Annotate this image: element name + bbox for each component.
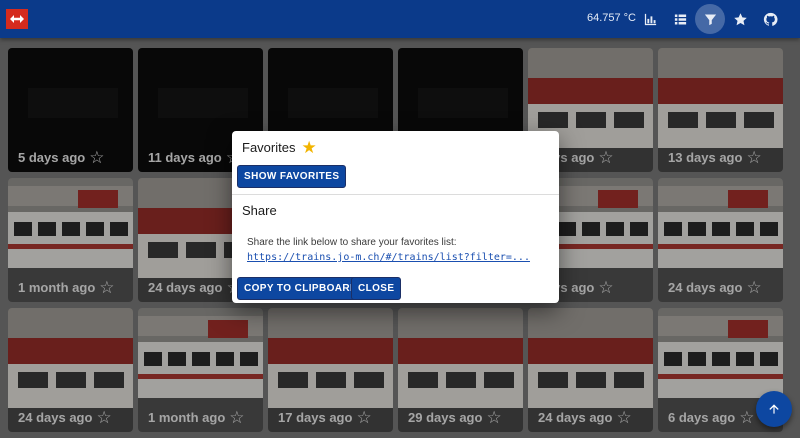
train-image-tile[interactable]: 13 days ago ☆	[658, 48, 783, 172]
favorite-toggle-star-icon[interactable]: ☆	[598, 279, 613, 296]
train-image-tile[interactable]: 1 month ago ☆	[8, 178, 133, 302]
favorite-toggle-star-icon[interactable]: ☆	[96, 409, 111, 426]
tile-age-label: 24 days ago	[538, 410, 613, 425]
favorite-toggle-star-icon[interactable]: ☆	[598, 149, 613, 166]
tile-caption: 24 days ago☆	[538, 409, 632, 426]
train-image-tile[interactable]: 5 days ago ☆	[8, 48, 133, 172]
tile-age-label: 13 days ago	[668, 150, 743, 165]
tile-age-label: 6 days ago	[668, 410, 736, 425]
tile-age-label: 24 days ago	[18, 410, 93, 425]
share-description: Share the link below to share your favor…	[247, 237, 457, 248]
filter-icon	[704, 14, 716, 25]
favorite-toggle-star-icon[interactable]: ☆	[746, 149, 761, 166]
copy-to-clipboard-button[interactable]: COPY TO CLIPBOARD	[237, 277, 365, 300]
train-image-tile[interactable]: 24 days ago☆	[658, 178, 783, 302]
favorite-toggle-star-icon[interactable]: ☆	[99, 279, 114, 296]
favorite-toggle-star-icon[interactable]: ☆	[746, 279, 761, 296]
train-image-tile[interactable]: 24 days ago☆	[8, 308, 133, 432]
tile-age-label: 24 days ago	[668, 280, 743, 295]
favorites-share-dialog: Favorites ★ SHOW FAVORITES Share Share t…	[232, 131, 559, 303]
tile-age-label: 1 month ago	[18, 280, 96, 295]
dialog-divider	[232, 194, 559, 195]
close-button[interactable]: CLOSE	[351, 277, 402, 300]
tile-caption: 1 month ago ☆	[18, 279, 115, 296]
tile-caption: 5 days ago ☆	[18, 149, 104, 166]
favorites-title-text: Favorites	[242, 140, 296, 155]
temperature-readout: 64.757 °C	[586, 12, 636, 24]
favorite-toggle-star-icon[interactable]: ☆	[356, 409, 371, 426]
tile-age-label: 17 days ago	[278, 410, 353, 425]
app-bar: 64.757 °C	[0, 0, 800, 38]
share-title: Share	[242, 203, 277, 218]
github-button[interactable]	[755, 4, 785, 34]
favorite-toggle-star-icon[interactable]: ☆	[739, 409, 754, 426]
favorite-toggle-star-icon[interactable]: ☆	[616, 409, 631, 426]
tile-caption: 24 days ago☆	[148, 279, 242, 296]
tile-caption: 6 days ago ☆	[668, 409, 754, 426]
train-image-tile[interactable]: 24 days ago☆	[528, 308, 653, 432]
tile-caption: 24 days ago☆	[668, 279, 762, 296]
stats-button[interactable]	[635, 4, 665, 34]
github-icon	[763, 12, 778, 26]
favorite-toggle-star-icon[interactable]: ☆	[229, 409, 244, 426]
scroll-to-top-button[interactable]	[756, 391, 792, 427]
favorites-title: Favorites ★	[242, 139, 317, 156]
tile-age-label: 1 month ago	[148, 410, 226, 425]
list-view-button[interactable]	[665, 4, 695, 34]
tile-age-label: 24 days ago	[148, 280, 223, 295]
star-icon	[733, 12, 747, 25]
tile-age-label: 29 days ago	[408, 410, 483, 425]
share-link[interactable]: https://trains.jo-m.ch/#/trains/list?fil…	[247, 252, 530, 263]
show-favorites-button[interactable]: SHOW FAVORITES	[237, 165, 347, 188]
train-image-tile[interactable]: 1 month ago ☆	[138, 308, 263, 432]
tile-caption: 24 days ago☆	[18, 409, 112, 426]
list-icon	[674, 14, 686, 24]
sbb-logo-icon[interactable]	[6, 9, 28, 29]
tile-caption: 11 days ago☆	[148, 149, 241, 166]
favorites-button[interactable]	[725, 4, 755, 34]
favorite-toggle-star-icon[interactable]: ☆	[486, 409, 501, 426]
tile-age-label: 11 days ago	[148, 150, 222, 165]
favorite-star-icon: ★	[301, 138, 317, 157]
train-image-tile[interactable]: 29 days ago ☆	[398, 308, 523, 432]
tile-caption: 1 month ago ☆	[148, 409, 245, 426]
tile-age-label: 5 days ago	[18, 150, 86, 165]
arrow-up-icon	[769, 404, 779, 414]
bar-chart-icon	[644, 13, 656, 25]
filter-button[interactable]	[695, 4, 725, 34]
tile-caption: 17 days ago ☆	[278, 409, 372, 426]
tile-caption: 29 days ago ☆	[408, 409, 502, 426]
tile-caption: 13 days ago ☆	[668, 149, 762, 166]
favorite-toggle-star-icon[interactable]: ☆	[89, 149, 104, 166]
train-image-tile[interactable]: 17 days ago ☆	[268, 308, 393, 432]
